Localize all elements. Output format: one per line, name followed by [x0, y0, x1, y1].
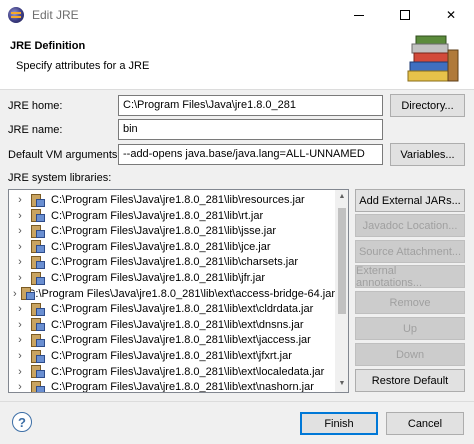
chevron-right-icon[interactable]: ›	[13, 272, 27, 284]
scrollbar-thumb[interactable]	[338, 208, 346, 314]
vm-args-label: Default VM arguments:	[8, 149, 121, 161]
cancel-button[interactable]: Cancel	[386, 412, 464, 435]
chevron-right-icon[interactable]: ›	[13, 241, 27, 253]
chevron-right-icon[interactable]: ›	[13, 256, 27, 268]
restore-default-button[interactable]: Restore Default	[355, 369, 465, 392]
library-path: C:\Program Files\Java\jre1.8.0_281\lib\j…	[51, 272, 265, 284]
help-icon[interactable]: ?	[12, 412, 32, 432]
libraries-label: JRE system libraries:	[8, 172, 112, 184]
vm-args-field[interactable]: --add-opens java.base/java.lang=ALL-UNNA…	[118, 144, 383, 165]
library-path: C:\Program Files\Java\jre1.8.0_281\lib\e…	[27, 287, 335, 300]
chevron-right-icon[interactable]: ›	[13, 225, 27, 237]
library-path: C:\Program Files\Java\jre1.8.0_281\lib\e…	[51, 365, 325, 378]
library-path: C:\Program Files\Java\jre1.8.0_281\lib\j…	[51, 240, 271, 253]
jar-library-icon	[31, 240, 45, 254]
jar-library-icon	[31, 349, 45, 363]
close-icon: ✕	[445, 8, 457, 22]
jar-library-icon	[31, 209, 45, 223]
library-path: C:\Program Files\Java\jre1.8.0_281\lib\e…	[51, 381, 314, 393]
directory-button[interactable]: Directory...	[390, 94, 465, 117]
jar-library-icon	[31, 224, 45, 238]
scroll-up-icon[interactable]: ▲	[337, 193, 347, 200]
jar-library-icon	[31, 193, 45, 207]
library-path: C:\Program Files\Java\jre1.8.0_281\lib\e…	[51, 303, 314, 316]
library-row[interactable]: › C:\Program Files\Java\jre1.8.0_281\lib\…	[9, 378, 335, 393]
add-external-jars-button[interactable]: Add External JARs...	[355, 189, 465, 212]
library-path: C:\Program Files\Java\jre1.8.0_281\lib\r…	[51, 194, 305, 206]
library-path: C:\Program Files\Java\jre1.8.0_281\lib\c…	[51, 256, 298, 269]
library-path: C:\Program Files\Java\jre1.8.0_281\lib\e…	[51, 350, 292, 362]
header-banner: JRE Definition Specify attributes for a …	[0, 30, 474, 90]
scroll-down-icon[interactable]: ▼	[337, 380, 347, 387]
chevron-right-icon[interactable]: ›	[13, 334, 27, 346]
finish-button[interactable]: Finish	[300, 412, 378, 435]
jar-library-icon	[31, 365, 45, 379]
javadoc-location-button[interactable]: Javadoc Location...	[355, 214, 465, 237]
jar-library-icon	[31, 302, 45, 316]
jar-library-icon	[31, 333, 45, 347]
chevron-right-icon[interactable]: ›	[13, 210, 27, 222]
jar-library-icon	[31, 318, 45, 332]
window-title: Edit JRE	[32, 8, 79, 22]
down-button[interactable]: Down	[355, 343, 465, 366]
libraries-tree[interactable]: › C:\Program Files\Java\jre1.8.0_281\lib\…	[8, 189, 349, 393]
library-path: C:\Program Files\Java\jre1.8.0_281\lib\j…	[51, 225, 276, 238]
vertical-scrollbar[interactable]: ▲ ▼	[335, 190, 348, 392]
jre-home-label: JRE home:	[8, 100, 63, 112]
chevron-right-icon[interactable]: ›	[13, 350, 27, 362]
edit-jre-dialog: Edit JRE ✕ JRE Definition Specify attrib…	[0, 0, 474, 444]
jar-library-icon	[31, 380, 45, 392]
chevron-right-icon[interactable]: ›	[13, 366, 27, 378]
library-path: C:\Program Files\Java\jre1.8.0_281\lib\e…	[51, 334, 311, 347]
jre-name-label: JRE name:	[8, 124, 63, 136]
minimize-button[interactable]	[336, 0, 382, 30]
external-annotations-button[interactable]: External annotations...	[355, 265, 465, 289]
maximize-button[interactable]	[382, 0, 428, 30]
jar-library-icon	[20, 287, 35, 301]
variables-button[interactable]: Variables...	[390, 143, 465, 166]
chevron-right-icon[interactable]: ›	[13, 194, 27, 206]
banner-subtitle: Specify attributes for a JRE	[16, 60, 150, 72]
source-attachment-button[interactable]: Source Attachment...	[355, 240, 465, 263]
remove-button[interactable]: Remove	[355, 291, 465, 314]
jre-name-field[interactable]: bin	[118, 119, 383, 140]
books-icon	[407, 35, 459, 82]
minimize-icon	[354, 14, 364, 16]
library-path: C:\Program Files\Java\jre1.8.0_281\lib\e…	[51, 318, 304, 331]
button-bar: ? Finish Cancel	[0, 401, 474, 444]
maximize-icon	[400, 10, 410, 20]
jre-home-field[interactable]: C:\Program Files\Java\jre1.8.0_281	[118, 95, 383, 116]
chevron-right-icon[interactable]: ›	[13, 303, 27, 315]
eclipse-icon	[8, 7, 24, 23]
chevron-right-icon[interactable]: ›	[13, 381, 27, 392]
jar-library-icon	[31, 255, 45, 269]
title-bar: Edit JRE ✕	[0, 0, 474, 30]
chevron-right-icon[interactable]: ›	[13, 319, 27, 331]
up-button[interactable]: Up	[355, 317, 465, 340]
close-button[interactable]: ✕	[428, 0, 474, 30]
chevron-right-icon[interactable]: ›	[13, 288, 17, 300]
library-path: C:\Program Files\Java\jre1.8.0_281\lib\r…	[51, 209, 264, 222]
jar-library-icon	[31, 271, 45, 285]
banner-title: JRE Definition	[10, 40, 86, 52]
